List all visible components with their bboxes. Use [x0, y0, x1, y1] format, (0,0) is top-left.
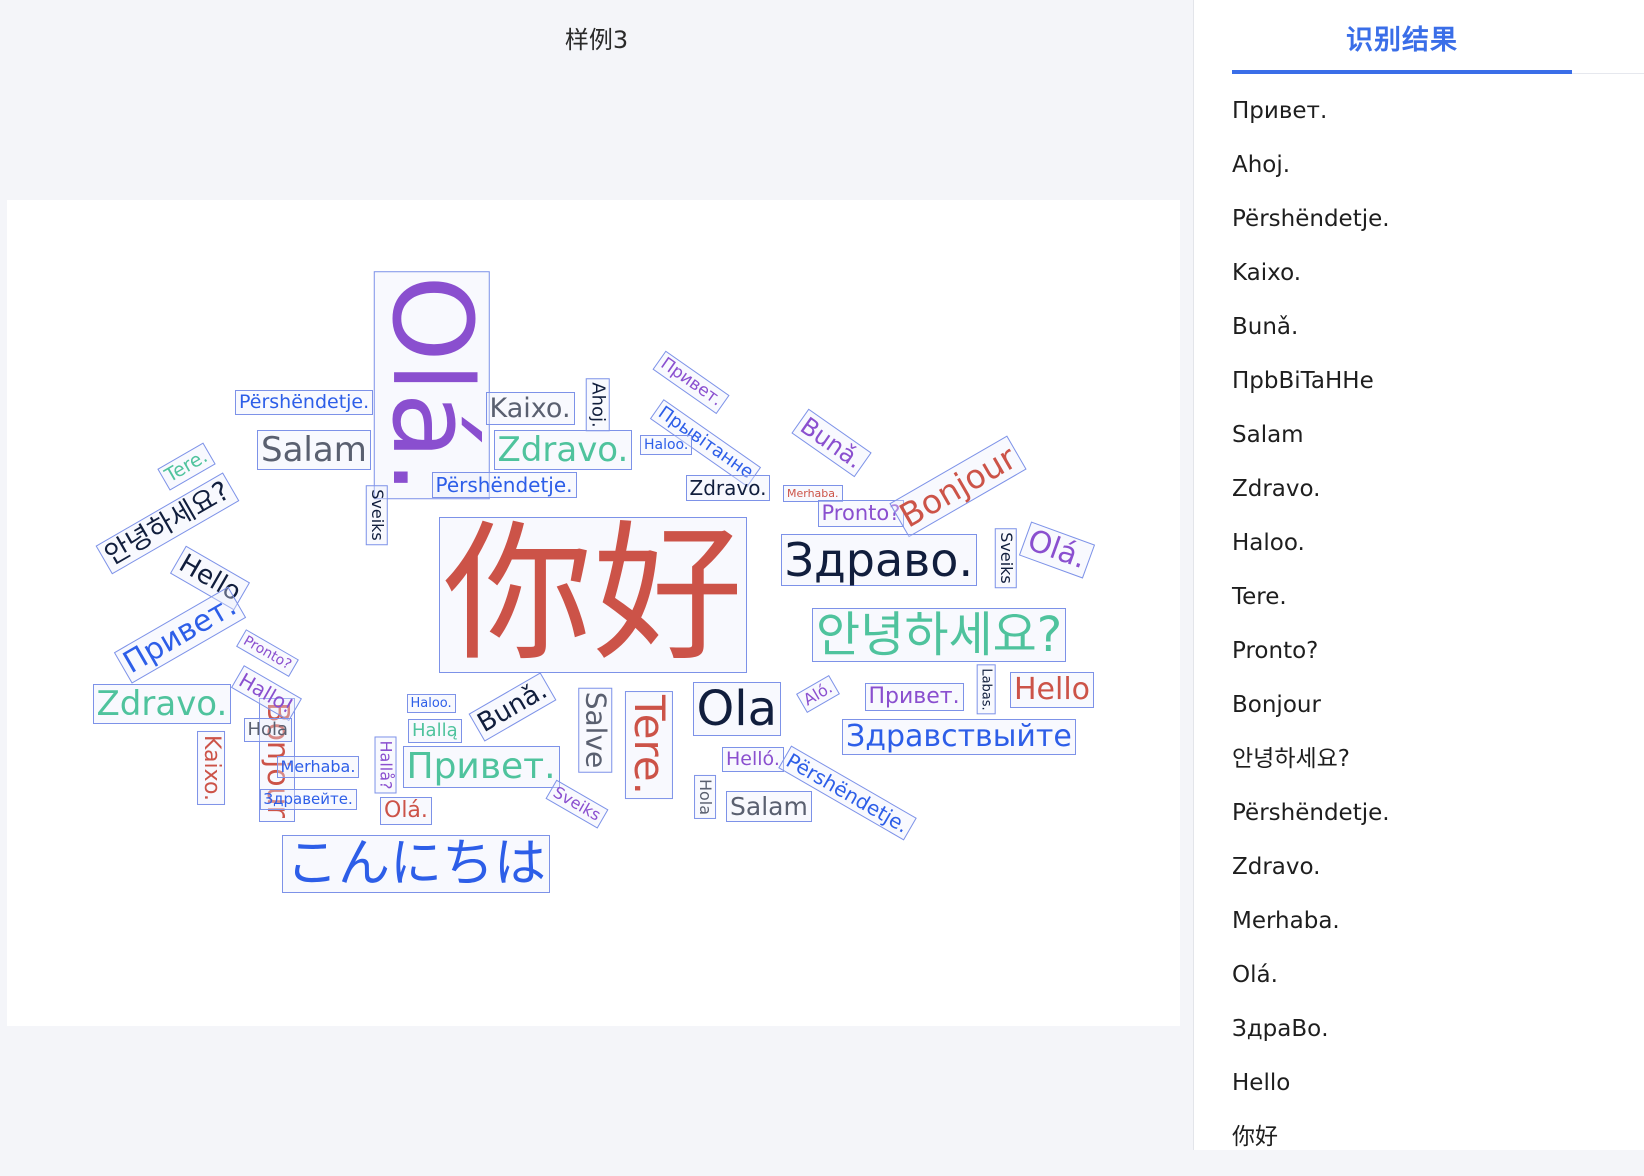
results-panel: 识别结果 Привет. Ahoj. Përshëndetje. Kaixo. …	[1193, 0, 1644, 1150]
result-item[interactable]: Zdravo.	[1232, 852, 1390, 906]
cloud-word: Hallå?	[374, 736, 397, 794]
cloud-word: Zdravo.	[92, 684, 232, 724]
cloud-word: Hello	[1010, 672, 1095, 708]
cloud-word: Merhaba.	[276, 756, 360, 778]
cloud-word: Hola	[694, 774, 717, 820]
cloud-word: Sveiks	[994, 528, 1017, 588]
tab-recognition-results[interactable]: 识别结果	[1232, 18, 1572, 57]
tab-divider	[1572, 73, 1644, 74]
cloud-word: Ola	[692, 682, 782, 736]
cloud-word: Kaixo.	[485, 391, 575, 425]
results-list: Привет. Ahoj. Përshëndetje. Kaixo. Bunǎ.…	[1232, 96, 1390, 1176]
result-item[interactable]: Pronto?	[1232, 636, 1390, 690]
cloud-word: Hallą	[408, 719, 462, 743]
cloud-word: 안녕하세요?	[95, 472, 239, 574]
cloud-word: Здравствыйте	[842, 719, 1076, 755]
cloud-word: Olá.	[368, 271, 496, 499]
result-item[interactable]: Tere.	[1232, 582, 1390, 636]
cloud-word: Tere.	[624, 691, 674, 799]
cloud-word: Kaixo.	[197, 730, 226, 806]
result-item[interactable]: Merhaba.	[1232, 906, 1390, 960]
cloud-word: Zdravo.	[493, 430, 633, 470]
cloud-word: Bunǎ.	[790, 408, 872, 478]
cloud-word: Përshëndetje.	[431, 472, 577, 498]
cloud-word: Sveiks	[545, 779, 609, 829]
result-item[interactable]: Hello	[1232, 1068, 1390, 1122]
result-item[interactable]: Salam	[1232, 420, 1390, 474]
cloud-word: Bonjour	[889, 435, 1027, 537]
tab-active-indicator	[1232, 70, 1572, 74]
cloud-word: Bunǎ.	[468, 672, 556, 742]
cloud-word: Helló.	[722, 746, 784, 772]
result-item[interactable]: ЗдраВо.	[1232, 1014, 1390, 1068]
cloud-word: Здраво.	[780, 534, 978, 586]
cloud-word: Haloo.	[406, 693, 456, 713]
cloud-word: Привет.	[113, 586, 247, 684]
result-item[interactable]: Zdravo.	[1232, 474, 1390, 528]
cloud-word: Salam	[726, 790, 812, 822]
cloud-word: Olá.	[1018, 521, 1095, 579]
result-item[interactable]: Kaixo.	[1232, 258, 1390, 312]
cloud-word: Здравейте.	[259, 788, 357, 810]
cloud-word: Привет.	[402, 746, 560, 788]
preview-pane: 样例3 你好 Olá. Përshëndetje. Salam Kaixo. Zdravo…	[0, 0, 1193, 1150]
cloud-word: Привет.	[864, 683, 964, 711]
result-item[interactable]: Përshëndetje.	[1232, 798, 1390, 852]
result-item[interactable]: 你好	[1232, 1122, 1390, 1176]
result-item[interactable]: Привет.	[1232, 96, 1390, 150]
image-canvas: 你好 Olá. Përshëndetje. Salam Kaixo. Zdravo. Aho…	[7, 200, 1180, 1026]
cloud-word: Hola	[243, 718, 293, 742]
result-item[interactable]: ПрbBiTaHHe	[1232, 366, 1390, 420]
cloud-word: Ahoj.	[585, 378, 610, 432]
result-item[interactable]: Haloo.	[1232, 528, 1390, 582]
result-item[interactable]: Ahoj.	[1232, 150, 1390, 204]
result-item[interactable]: Olá.	[1232, 960, 1390, 1014]
cloud-word: こんにちは	[282, 835, 551, 893]
result-item[interactable]: Bunǎ.	[1232, 312, 1390, 366]
cloud-word: Olá.	[380, 797, 432, 825]
result-item[interactable]: 안녕하세요?	[1232, 744, 1390, 798]
cloud-word: Sveiks	[365, 485, 388, 545]
cloud-word: Përshëndetje.	[235, 389, 374, 415]
cloud-word: Haloo.	[640, 435, 693, 455]
cloud-word: Salam	[257, 430, 371, 470]
cloud-word: 你好	[439, 517, 748, 673]
cloud-word: Salve	[577, 687, 612, 773]
result-item[interactable]: Bonjour	[1232, 690, 1390, 744]
result-item[interactable]: Përshëndetje.	[1232, 204, 1390, 258]
cloud-word: 안녕하세요?	[812, 608, 1067, 662]
cloud-word: Labas.	[976, 663, 996, 715]
sample-title: 样例3	[564, 26, 629, 54]
cloud-word: Zdravo.	[685, 475, 771, 501]
cloud-word: Aló.	[796, 674, 840, 714]
